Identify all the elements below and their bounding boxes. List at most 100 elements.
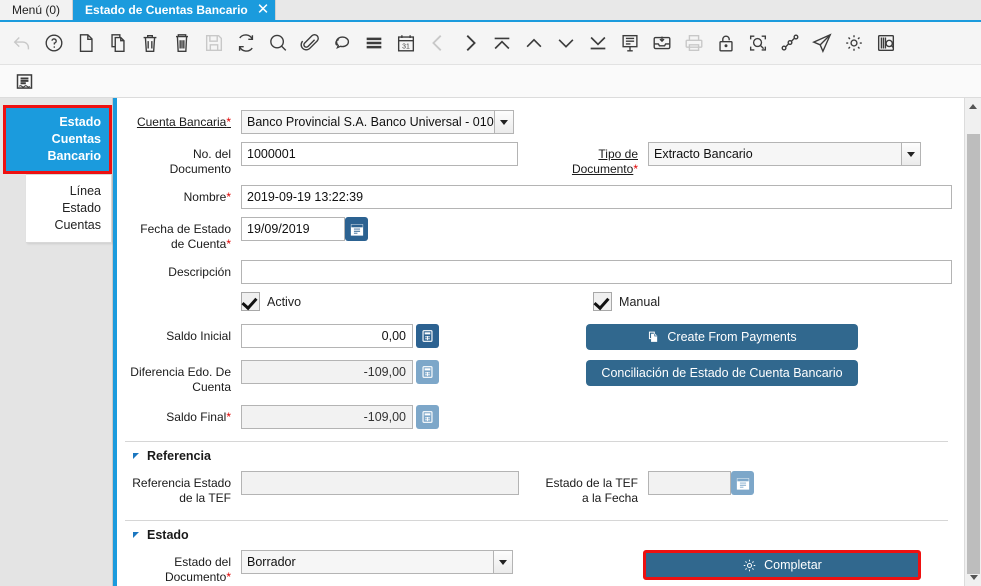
calculator-icon[interactable]	[416, 405, 439, 429]
calendar-icon[interactable]: 31	[390, 25, 422, 61]
sidebar-item-linea-estado-cuentas-label: Línea Estado Cuentas	[54, 184, 101, 232]
collapse-triangle-icon[interactable]	[133, 453, 139, 459]
referencia-tef-label: Referencia Estado de la TEF	[129, 471, 241, 506]
sidebar-item-estado-cuentas-bancario-label: Estado Cuentas Bancario	[48, 115, 102, 163]
copy-record-icon[interactable]	[102, 25, 134, 61]
grid-toggle-icon[interactable]	[358, 25, 390, 61]
chevron-down-icon[interactable]	[902, 142, 921, 166]
save-icon[interactable]	[198, 25, 230, 61]
nav-up-icon[interactable]	[518, 25, 550, 61]
svg-text:31: 31	[402, 44, 410, 51]
estado-documento-select[interactable]: Borrador	[241, 550, 513, 574]
estado-documento-label: Estado del Documento*	[129, 550, 241, 585]
help-icon[interactable]	[38, 25, 70, 61]
scroll-down-arrow-icon[interactable]	[965, 569, 981, 586]
conciliacion-label: Conciliación de Estado de Cuenta Bancari…	[601, 366, 842, 380]
descripcion-input[interactable]	[241, 260, 952, 284]
close-icon[interactable]: ✕	[257, 2, 270, 17]
estado-tef-fecha-input[interactable]	[648, 471, 731, 495]
calendar-icon[interactable]	[731, 471, 754, 495]
product-info-icon[interactable]	[870, 25, 902, 61]
conciliacion-button[interactable]: Conciliación de Estado de Cuenta Bancari…	[586, 360, 858, 386]
tipo-documento-value[interactable]: Extracto Bancario	[648, 142, 902, 166]
cuenta-bancaria-value[interactable]: Banco Provincial S.A. Banco Universal - …	[241, 110, 495, 134]
tab-estado-cuentas-bancario-label: Estado de Cuentas Bancario	[85, 3, 248, 17]
sidebar-accent-bar	[113, 98, 117, 586]
nombre-input[interactable]	[241, 185, 952, 209]
calculator-icon[interactable]	[416, 360, 439, 384]
create-from-payments-label: Create From Payments	[667, 330, 796, 344]
secondary-toolbar	[0, 65, 981, 98]
delete-icon[interactable]	[134, 25, 166, 61]
chevron-down-icon[interactable]	[495, 110, 514, 134]
nav-first-icon[interactable]	[486, 25, 518, 61]
no-documento-label: No. del Documento	[129, 142, 241, 177]
required-marker: *	[226, 570, 231, 584]
vertical-scrollbar[interactable]	[964, 98, 981, 586]
cuenta-bancaria-select[interactable]: Banco Provincial S.A. Banco Universal - …	[241, 110, 514, 134]
sidebar-item-linea-estado-cuentas[interactable]: Línea Estado Cuentas	[26, 174, 112, 243]
saldo-final-input	[241, 405, 413, 429]
workflow-icon[interactable]	[774, 25, 806, 61]
referencia-tef-input[interactable]	[241, 471, 519, 495]
print-icon[interactable]	[678, 25, 710, 61]
estado-documento-value[interactable]: Borrador	[241, 550, 494, 574]
nav-last-icon[interactable]	[582, 25, 614, 61]
completar-label: Completar	[764, 558, 822, 572]
referencia-section-header[interactable]: Referencia	[125, 441, 948, 463]
delete-all-icon[interactable]	[166, 25, 198, 61]
activo-checkbox-row: Activo	[241, 292, 301, 311]
completar-button[interactable]: Completar	[643, 550, 921, 580]
manual-checkbox[interactable]	[593, 292, 612, 311]
archive-icon[interactable]	[646, 25, 678, 61]
attachment-icon[interactable]	[294, 25, 326, 61]
saldo-final-label: Saldo Final*	[129, 405, 241, 425]
collapse-triangle-icon[interactable]	[133, 532, 139, 538]
new-record-icon[interactable]	[70, 25, 102, 61]
undo-icon[interactable]	[6, 25, 38, 61]
create-from-payments-button[interactable]: Create From Payments	[586, 324, 858, 350]
document-report-icon[interactable]	[8, 63, 40, 99]
diferencia-input	[241, 360, 413, 384]
saldo-inicial-label: Saldo Inicial	[129, 324, 241, 344]
tab-menu-label: Menú (0)	[12, 3, 60, 17]
cuenta-bancaria-label: Cuenta Bancaria*	[129, 110, 241, 130]
nav-next-icon[interactable]	[454, 25, 486, 61]
diferencia-label: Diferencia Edo. De Cuenta	[129, 360, 241, 395]
tipo-documento-select[interactable]: Extracto Bancario	[648, 142, 921, 166]
refresh-icon[interactable]	[230, 25, 262, 61]
no-documento-input[interactable]	[241, 142, 518, 166]
calendar-icon[interactable]	[345, 217, 368, 241]
chevron-down-icon[interactable]	[494, 550, 513, 574]
tab-menu[interactable]: Menú (0)	[0, 0, 73, 20]
required-marker: *	[226, 237, 231, 251]
report-icon[interactable]	[614, 25, 646, 61]
scroll-up-arrow-icon[interactable]	[965, 98, 981, 115]
zoom-across-icon[interactable]	[742, 25, 774, 61]
search-icon[interactable]	[262, 25, 294, 61]
activo-label: Activo	[267, 295, 301, 309]
main-toolbar: 31	[0, 22, 981, 65]
saldo-inicial-input[interactable]	[241, 324, 413, 348]
sidebar-tabs: Estado Cuentas Bancario Línea Estado Cue…	[0, 98, 113, 586]
calculator-icon[interactable]	[416, 324, 439, 348]
sidebar-item-estado-cuentas-bancario[interactable]: Estado Cuentas Bancario	[3, 105, 112, 174]
scrollbar-thumb[interactable]	[967, 134, 980, 574]
lock-icon[interactable]	[710, 25, 742, 61]
required-marker: *	[226, 410, 231, 424]
tab-estado-cuentas-bancario[interactable]: Estado de Cuentas Bancario ✕	[73, 0, 276, 20]
referencia-section-title: Referencia	[147, 449, 211, 463]
window-body: Estado Cuentas Bancario Línea Estado Cue…	[0, 98, 981, 586]
estado-tef-fecha-label: Estado de la TEF a la Fecha	[538, 471, 648, 506]
settings-icon[interactable]	[838, 25, 870, 61]
estado-section-header[interactable]: Estado	[125, 520, 948, 542]
required-marker: *	[226, 190, 231, 204]
descripcion-label: Descripción	[129, 260, 241, 280]
nav-down-icon[interactable]	[550, 25, 582, 61]
chat-icon[interactable]	[326, 25, 358, 61]
nav-previous-icon[interactable]	[422, 25, 454, 61]
send-icon[interactable]	[806, 25, 838, 61]
fecha-estado-input[interactable]	[241, 217, 345, 241]
activo-checkbox[interactable]	[241, 292, 260, 311]
required-marker: *	[633, 162, 638, 176]
